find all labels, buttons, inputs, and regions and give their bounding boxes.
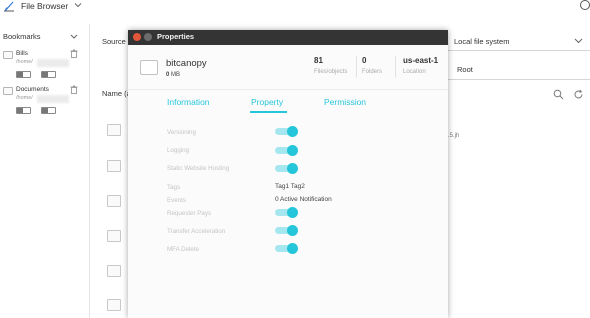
- logging-label: Logging: [167, 147, 190, 154]
- folders-count: 0: [362, 56, 367, 65]
- folder-icon: [3, 87, 13, 95]
- bookmarks-sidebar: Bookmarks Bills /home/ Documents /home/: [0, 24, 90, 318]
- bookmarks-header: Bookmarks: [3, 32, 41, 41]
- location-value: us-east-1: [403, 56, 439, 65]
- mfa-delete-label: MFA Delete: [167, 246, 199, 253]
- versioning-toggle[interactable]: [275, 126, 298, 137]
- tab-information[interactable]: Information: [167, 97, 210, 107]
- redacted-path: [37, 59, 69, 67]
- root-field[interactable]: Root: [448, 58, 590, 80]
- redacted-path: [37, 95, 69, 103]
- requester-pays-toggle[interactable]: [275, 207, 298, 218]
- divider: [356, 56, 357, 78]
- tags-label: Tags: [167, 184, 181, 191]
- static-hosting-label: Static Website Hosting: [167, 165, 230, 172]
- folder-icon: [140, 60, 158, 75]
- bookmark-name: Bills: [16, 50, 28, 57]
- bookmark-toggle[interactable]: [16, 107, 31, 114]
- bookmark-name: Documents: [16, 86, 49, 93]
- chevron-down-icon: [574, 38, 583, 44]
- file-name[interactable]: .5.jh: [448, 133, 459, 139]
- events-value[interactable]: 0 Active Notification: [275, 196, 332, 203]
- tags-value[interactable]: Tag1 Tag2: [275, 183, 305, 190]
- logging-toggle[interactable]: [275, 145, 298, 156]
- dialog-titlebar: Properties: [128, 30, 448, 45]
- folder-icon: [3, 51, 13, 59]
- events-label: Events: [167, 197, 186, 204]
- transfer-acceleration-label: Transfer Acceleration: [167, 228, 226, 235]
- requester-pays-label: Requester Pays: [167, 210, 212, 217]
- bookmark-item[interactable]: Bills /home/: [3, 48, 88, 88]
- bucket-size: 0 MB: [166, 72, 180, 78]
- bookmark-path: /home/: [16, 95, 33, 101]
- trash-icon[interactable]: [70, 85, 78, 94]
- transfer-acceleration-toggle[interactable]: [275, 225, 298, 236]
- trash-icon[interactable]: [70, 49, 78, 58]
- app-title: File Browser: [21, 1, 69, 11]
- bucket-summary: bitcanopy 0 MB 81 Files/objects 0 Folder…: [128, 45, 448, 90]
- bookmark-toggle[interactable]: [41, 107, 56, 114]
- active-tab-indicator: [250, 111, 287, 113]
- bookmark-toggle[interactable]: [41, 71, 56, 78]
- folder-icon[interactable]: [107, 230, 121, 242]
- chevron-down-icon[interactable]: [74, 1, 82, 9]
- dialog-title: Properties: [157, 32, 195, 41]
- bucket-size-unit: MB: [171, 72, 181, 78]
- folder-icon[interactable]: [107, 195, 121, 207]
- root-value: Root: [457, 65, 473, 74]
- bookmark-item[interactable]: Documents /home/: [3, 84, 88, 124]
- tab-property[interactable]: Property: [251, 97, 283, 107]
- source-label: Source: [102, 37, 126, 46]
- file-browser-logo-icon: [4, 1, 14, 12]
- window-control-icon[interactable]: [580, 0, 590, 10]
- location-label: Location: [403, 69, 426, 75]
- versioning-label: Versioning: [167, 129, 196, 136]
- bookmark-path: /home/: [16, 59, 33, 65]
- folders-label: Folders: [362, 69, 383, 75]
- app-topbar: File Browser: [0, 0, 590, 14]
- search-icon[interactable]: [553, 89, 564, 100]
- static-hosting-toggle[interactable]: [275, 163, 298, 174]
- mfa-delete-toggle[interactable]: [275, 243, 298, 254]
- bookmark-toggle[interactable]: [16, 71, 31, 78]
- folder-icon[interactable]: [107, 124, 121, 136]
- dialog-tabs: Information Property Permission: [128, 95, 448, 115]
- source-select-value: Local file system: [454, 37, 510, 46]
- name-column-header[interactable]: Name (a: [102, 89, 131, 98]
- bucket-name: bitcanopy: [166, 58, 207, 69]
- bucket-size-value: 0: [166, 72, 170, 78]
- files-label: Files/objects: [314, 69, 348, 75]
- files-count: 81: [314, 56, 323, 65]
- folder-icon[interactable]: [107, 160, 121, 172]
- folder-icon[interactable]: [107, 299, 121, 311]
- close-icon[interactable]: [133, 33, 141, 41]
- divider: [395, 56, 396, 78]
- folder-icon[interactable]: [107, 265, 121, 277]
- refresh-icon[interactable]: [573, 89, 584, 100]
- minimize-icon[interactable]: [144, 33, 152, 41]
- source-select[interactable]: Local file system: [448, 32, 590, 51]
- tab-permission[interactable]: Permission: [324, 97, 366, 107]
- chevron-down-icon[interactable]: [70, 33, 78, 40]
- properties-dialog: Properties bitcanopy 0 MB 81 Files/objec…: [128, 30, 448, 318]
